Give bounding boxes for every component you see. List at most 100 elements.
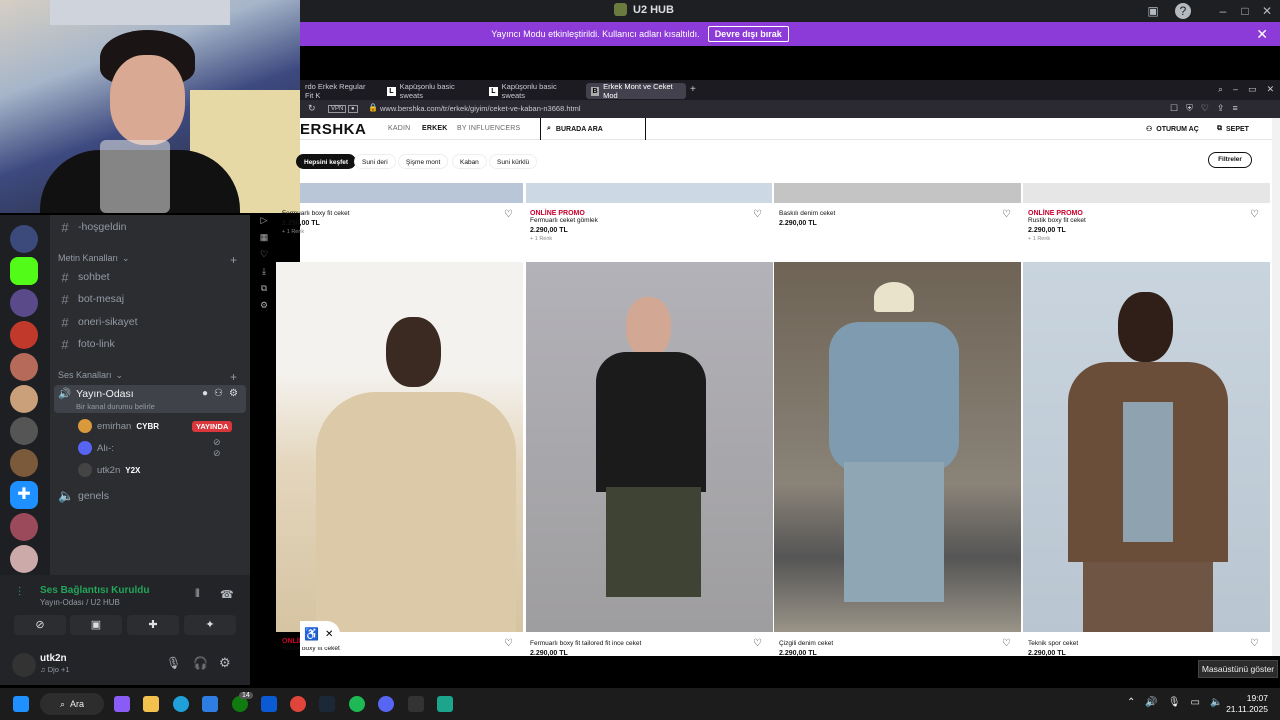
settings-gear-icon[interactable]: ⚙ [219,655,231,671]
voice-category[interactable]: Ses Kanalları ⌄ + [58,370,237,384]
browser-tab-active[interactable]: B Erkek Mont ve Ceket Mod [586,82,686,100]
favorite-heart-icon[interactable]: ♡ [1002,209,1011,220]
soundboard-button[interactable]: ✦ [184,615,236,635]
product-card-top-3[interactable]: Baskılı denim ceket 2.290,00 TL [779,210,1019,227]
close-icon[interactable]: ✕ [1267,84,1275,95]
product-photo-3[interactable] [774,262,1021,632]
accessibility-icon[interactable]: ♿ [304,627,319,641]
grid-icon[interactable]: ▦ [260,232,269,243]
minimize-icon[interactable]: – [1215,3,1231,19]
steam-icon[interactable] [319,696,335,712]
member-emirhan[interactable]: emirhan CYBR YAYINDA [78,417,233,435]
share-icon[interactable]: ⇪ [1217,103,1225,114]
spotify-icon[interactable] [349,696,365,712]
server-icon-4[interactable] [10,321,38,349]
voice-channel-genels[interactable]: 🔈 genels [58,486,242,506]
site-search[interactable]: ⌕ BURADA ARA [540,118,646,140]
inbox-icon[interactable]: ▣ [1145,3,1161,19]
gear-icon[interactable]: ⚙ [229,388,238,399]
browser-tab-3[interactable]: L Kapüşonlu basic sweats [484,82,584,100]
outlook-icon[interactable] [261,696,277,712]
download-icon[interactable]: ⤓ [262,266,266,277]
disable-streamer-mode-button[interactable]: Devre dışı bırak [707,26,789,42]
close-banner-icon[interactable]: ✕ [1256,26,1268,43]
play-icon[interactable]: ▷ [261,215,268,226]
close-widget-icon[interactable]: ✕ [325,629,333,640]
copilot-icon[interactable] [114,696,130,712]
avatar[interactable] [12,653,36,677]
heart-icon[interactable]: ♡ [260,249,268,260]
taskbar-search[interactable]: ⌕ Ara [40,693,104,715]
microphone-icon[interactable]: 🎙 [166,656,181,670]
favorite-heart-icon[interactable]: ♡ [504,638,513,649]
new-tab-icon[interactable]: + [690,84,696,95]
favorite-heart-icon[interactable]: ♡ [1002,638,1011,649]
channel-hosgeldin[interactable]: # -hoşgeldin [58,217,242,237]
screen-share-button[interactable]: ▣ [70,615,122,635]
chrome-icon[interactable] [290,696,306,712]
server-icon-7[interactable] [10,417,38,445]
channel-oneri-sikayet[interactable]: # oneri-sikayet [58,312,242,332]
login-link[interactable]: ⚇ OTURUM AÇ [1146,125,1199,134]
server-icon-3[interactable] [10,289,38,317]
nav-kadin[interactable]: KADIN [388,125,410,132]
server-icon-8[interactable] [10,449,38,477]
member-utk2n[interactable]: utk2n Y2X [78,461,140,479]
product-photo-1[interactable] [276,262,523,632]
product-image-cropped-4[interactable] [1023,183,1270,203]
maximize-icon[interactable]: □ [1237,3,1253,19]
restore-icon[interactable]: ▭ [1248,84,1257,95]
url-field[interactable]: www.bershka.com/tr/erkek/giyim/ceket-ve-… [380,104,581,113]
add-channel-icon[interactable]: + [230,253,237,267]
chip-kaban[interactable]: Kaban [452,154,487,169]
file-explorer-icon[interactable] [143,696,159,712]
filters-button[interactable]: Filtreler [1208,152,1252,168]
product-card-top-2[interactable]: ONLİNE PROMO Fermuarlı ceket gömlek 2.29… [530,210,770,242]
chevron-up-icon[interactable]: ⌃ [1127,697,1135,708]
puzzle-icon[interactable]: ⧉ [261,283,267,294]
microphone-icon[interactable]: 🎙 [1168,697,1181,708]
chip-suni-kurklu[interactable]: Suni kürklü [489,154,538,169]
server-icon-1[interactable] [10,225,38,253]
reload-icon[interactable]: ↻ [308,103,316,114]
member-ali[interactable]: Alı-: ⊘ ⊘ [78,437,221,458]
favorite-heart-icon[interactable]: ♡ [753,638,762,649]
chat-icon[interactable]: ● [202,388,208,399]
product-card-top-4[interactable]: ONLİNE PROMO Rustik boxy fit ceket 2.290… [1028,210,1268,242]
product-card-bottom-2[interactable]: Fermuarlı boxy fit tailored fit ince cek… [530,640,770,657]
product-card-top-1[interactable]: Fermuarlı boxy fit ceket 2.290,00 TL + 1… [282,210,522,235]
start-icon[interactable] [13,696,29,712]
product-card-bottom-4[interactable]: Teknik spor ceket 2.290,00 TL [1028,640,1268,657]
product-image-cropped-2[interactable] [526,183,772,203]
voice-channel-active[interactable]: 🔊 Yayın-Odası Bir kanal durumu belirle ● ⚇… [54,385,246,413]
chip-suni-deri[interactable]: Suni deri [354,154,396,169]
add-server-icon[interactable]: ✚ [10,481,38,509]
nav-by-influencers[interactable]: BY INFLUENCERS [457,125,520,132]
disconnect-icon[interactable]: ☎ [220,588,234,601]
discord-icon[interactable] [378,696,394,712]
bershka-logo[interactable]: ERSHKA [300,121,366,138]
headphones-icon[interactable]: 🎧 [193,656,208,670]
store-icon[interactable] [202,696,218,712]
settings-icon[interactable]: ⚙ [260,300,268,311]
chip-hepsini-kesfet[interactable]: Hepsini keşfet [296,154,357,169]
private-icon[interactable]: ● [348,105,358,113]
browser-tab-1[interactable]: rdo Erkek Regular Fit K [300,82,380,100]
app-icon[interactable] [437,696,453,712]
clock[interactable]: 19:07 21.11.2025 [1226,693,1268,715]
search-icon[interactable]: ⌕ [1218,84,1223,95]
server-icon-5[interactable] [10,353,38,381]
favorite-heart-icon[interactable]: ♡ [504,209,513,220]
product-image-cropped-3[interactable] [774,183,1021,203]
username[interactable]: utk2n [40,653,67,664]
shield-icon[interactable]: ⛨ [1186,103,1193,114]
heart-icon[interactable]: ♡ [1201,103,1209,114]
product-photo-2[interactable] [526,262,773,632]
product-image-cropped-1[interactable] [300,183,523,203]
server-icon-11[interactable] [10,545,38,573]
voice-status-text[interactable]: Bir kanal durumu belirle [76,402,155,411]
server-icon-6[interactable] [10,385,38,413]
volume-icon[interactable]: 🔊 [1145,697,1157,708]
add-voice-channel-icon[interactable]: + [230,370,237,384]
menu-icon[interactable]: ≡ [1232,103,1237,114]
